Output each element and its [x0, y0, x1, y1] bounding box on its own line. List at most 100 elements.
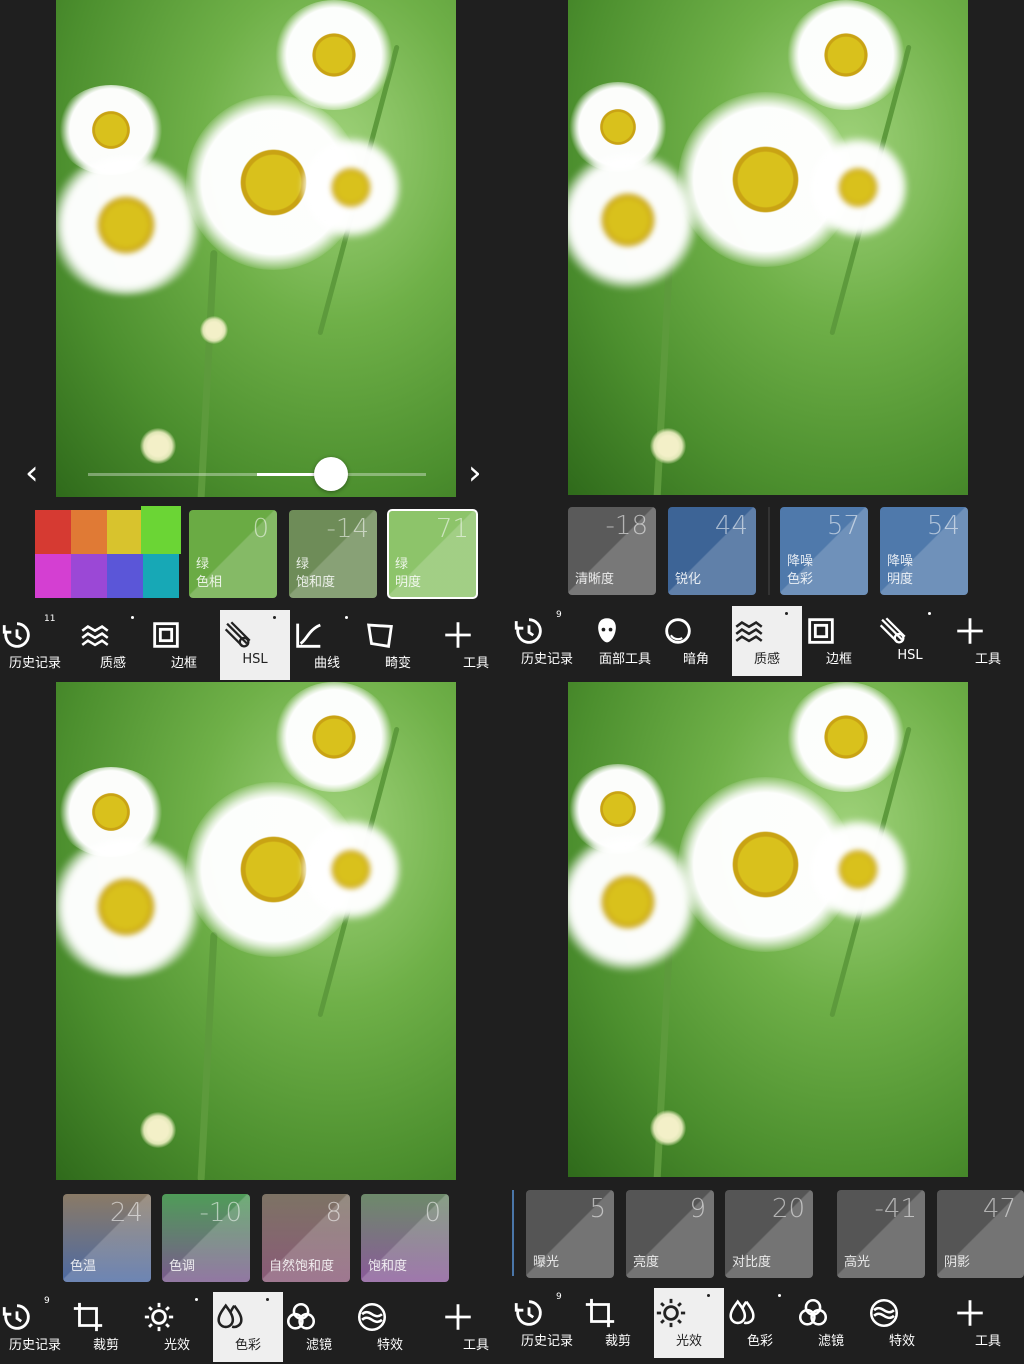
- adjust-card-shadows[interactable]: 47 阴影: [937, 1190, 1024, 1278]
- tab-label: HSL: [897, 648, 923, 663]
- card-label: 高光: [844, 1255, 871, 1270]
- card-label: 色温: [70, 1259, 97, 1274]
- adjust-card-green-hue[interactable]: 0 绿色相: [189, 510, 277, 598]
- color-icon: [217, 1303, 243, 1329]
- tab-label: 边框: [170, 656, 197, 671]
- texture-icon: [81, 624, 109, 647]
- adjust-card-green-saturation[interactable]: -14 绿饱和度: [289, 510, 377, 598]
- tab-frame[interactable]: 边框: [804, 606, 874, 676]
- tab-curves[interactable]: 曲线: [292, 610, 362, 680]
- tab-vignette[interactable]: 暗角: [661, 606, 731, 676]
- adjust-card-tint[interactable]: -10 色调: [162, 1194, 250, 1282]
- history-count-badge: 9: [556, 1292, 562, 1302]
- filter-icon: [286, 1302, 316, 1330]
- history-icon: [2, 622, 30, 648]
- photo-preview: [56, 0, 456, 497]
- adjust-card-temperature[interactable]: 24 色温: [63, 1194, 151, 1282]
- tab-label: 色彩: [234, 1338, 261, 1353]
- card-value: -41: [874, 1194, 917, 1224]
- tab-crop[interactable]: 裁剪: [71, 1292, 141, 1362]
- hsl-icon: [224, 621, 251, 648]
- adjust-card-saturation[interactable]: 0 饱和度: [361, 1194, 449, 1282]
- curve-icon: [296, 623, 321, 648]
- swatch-cyan[interactable]: [143, 554, 179, 598]
- adjust-card-green-luminance[interactable]: 71 绿明度: [387, 509, 478, 599]
- frame-icon: [808, 618, 834, 644]
- flower-bud: [650, 1110, 686, 1146]
- adjust-card-brightness[interactable]: 9 亮度: [626, 1190, 714, 1278]
- tab-tools[interactable]: 工具: [953, 1288, 1023, 1358]
- tab-label: 光效: [163, 1338, 190, 1353]
- editor-panel-color: 24 色温 -10 色调 8 自然饱和度 0 饱和度 9 历史记录 裁剪 光效: [0, 682, 512, 1364]
- adjust-card-sharpen[interactable]: 44 锐化: [668, 507, 756, 595]
- tab-texture[interactable]: 质感: [78, 610, 148, 680]
- adjust-card-highlights[interactable]: -41 高光: [837, 1190, 925, 1278]
- new-dot: [131, 616, 134, 619]
- tab-history[interactable]: 9 历史记录: [512, 1288, 582, 1358]
- tab-tools[interactable]: 工具: [441, 1292, 511, 1362]
- tab-color[interactable]: 色彩: [213, 1292, 283, 1362]
- crop-icon: [585, 1298, 615, 1328]
- card-value: 44: [714, 511, 748, 541]
- adjust-card-noise-luminance[interactable]: 54 降噪 明度: [880, 507, 968, 595]
- frame-icon: [153, 622, 179, 648]
- daisy-flower: [301, 817, 401, 922]
- tab-history[interactable]: 11 历史记录: [0, 610, 70, 680]
- tab-filters[interactable]: 滤镜: [284, 1292, 354, 1362]
- swatch-orange[interactable]: [71, 510, 107, 554]
- swatch-magenta[interactable]: [35, 554, 71, 598]
- tab-light[interactable]: 光效: [654, 1288, 724, 1358]
- vignette-icon: [665, 618, 691, 644]
- tab-distortion[interactable]: 畸变: [363, 610, 433, 680]
- tab-hsl[interactable]: HSL: [220, 610, 290, 680]
- tab-light[interactable]: 光效: [142, 1292, 212, 1362]
- chevron-left-icon[interactable]: ‹: [25, 456, 39, 490]
- tab-tools[interactable]: 工具: [953, 606, 1023, 676]
- tab-history[interactable]: 9 历史记录: [512, 606, 582, 676]
- texture-icon: [735, 620, 763, 643]
- tab-label: 面部工具: [598, 652, 651, 667]
- tab-frame[interactable]: 边框: [149, 610, 219, 680]
- flower-bud: [200, 316, 228, 344]
- tab-effects[interactable]: 特效: [355, 1292, 425, 1362]
- daisy-flower: [56, 155, 206, 295]
- swatch-yellow[interactable]: [107, 510, 143, 554]
- tab-face-tools[interactable]: 面部工具: [590, 606, 660, 676]
- adjust-card-vibrance[interactable]: 8 自然饱和度: [262, 1194, 350, 1282]
- history-icon: [514, 1300, 542, 1326]
- daisy-flower: [301, 135, 401, 240]
- color-icon: [729, 1299, 755, 1325]
- swatch-purple[interactable]: [71, 554, 107, 598]
- photo-stem: [197, 931, 218, 1180]
- swatch-red[interactable]: [35, 510, 71, 554]
- history-count-badge: 11: [44, 614, 56, 624]
- card-value: 57: [826, 511, 860, 541]
- tab-color[interactable]: 色彩: [725, 1288, 795, 1358]
- photo-preview: [56, 682, 456, 1180]
- tab-filters[interactable]: 滤镜: [796, 1288, 866, 1358]
- tab-history[interactable]: 9 历史记录: [0, 1292, 70, 1362]
- group-divider: [768, 507, 770, 595]
- adjust-card-contrast[interactable]: 20 对比度: [725, 1190, 813, 1278]
- adjust-card-noise-color[interactable]: 57 降噪 色彩: [780, 507, 868, 595]
- tab-label: 工具: [974, 1334, 1001, 1349]
- adjust-card-exposure[interactable]: 5 曝光: [526, 1190, 614, 1278]
- card-value: 24: [109, 1198, 143, 1228]
- plus-icon: [957, 1300, 983, 1326]
- card-value: 20: [771, 1194, 805, 1224]
- tab-hsl[interactable]: HSL: [875, 606, 945, 676]
- color-swatch-grid[interactable]: [35, 506, 181, 598]
- history-count-badge: 9: [44, 1296, 50, 1306]
- adjust-card-clarity[interactable]: -18 清晰度: [568, 507, 656, 595]
- tab-texture[interactable]: 质感: [732, 606, 802, 676]
- swatch-blue[interactable]: [107, 554, 143, 598]
- card-label: 阴影: [944, 1255, 971, 1270]
- tab-effects[interactable]: 特效: [867, 1288, 937, 1358]
- tab-tools[interactable]: 工具: [441, 610, 511, 680]
- swatch-green[interactable]: [141, 506, 181, 554]
- card-label: 清晰度: [575, 572, 615, 587]
- tab-crop[interactable]: 裁剪: [583, 1288, 653, 1358]
- tab-label: 历史记录: [520, 1334, 573, 1349]
- filter-icon: [798, 1298, 828, 1326]
- chevron-right-icon[interactable]: ›: [468, 456, 482, 490]
